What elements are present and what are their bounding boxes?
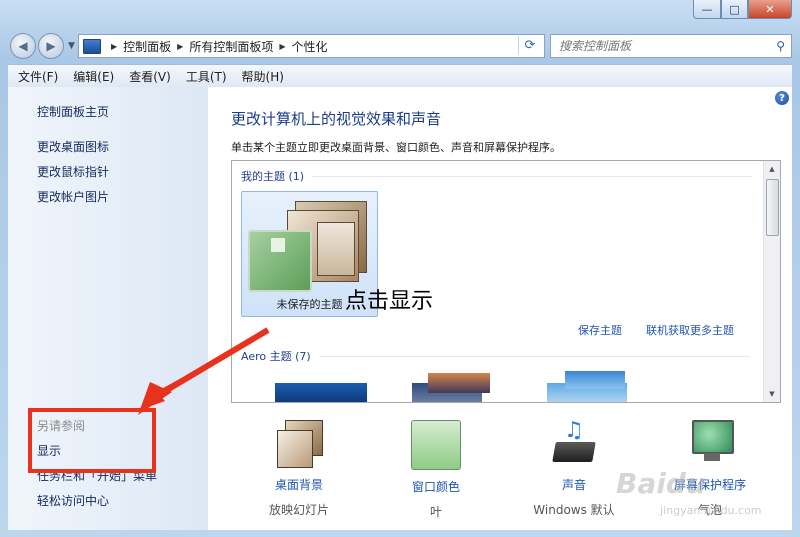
annotation-text: 点击显示 (345, 289, 434, 314)
watermark-logo: Baidu (616, 467, 706, 500)
watermark-url: jingyan.baidu.com (660, 504, 762, 517)
annotation-highlight-box (28, 408, 156, 473)
window-frame: — □ ✕ ◀ ▶ ▼ ▶ 控制面板 ▶ 所有控制面板项 ▶ 个性化 ▼ ⟳ ⚲… (0, 0, 800, 537)
